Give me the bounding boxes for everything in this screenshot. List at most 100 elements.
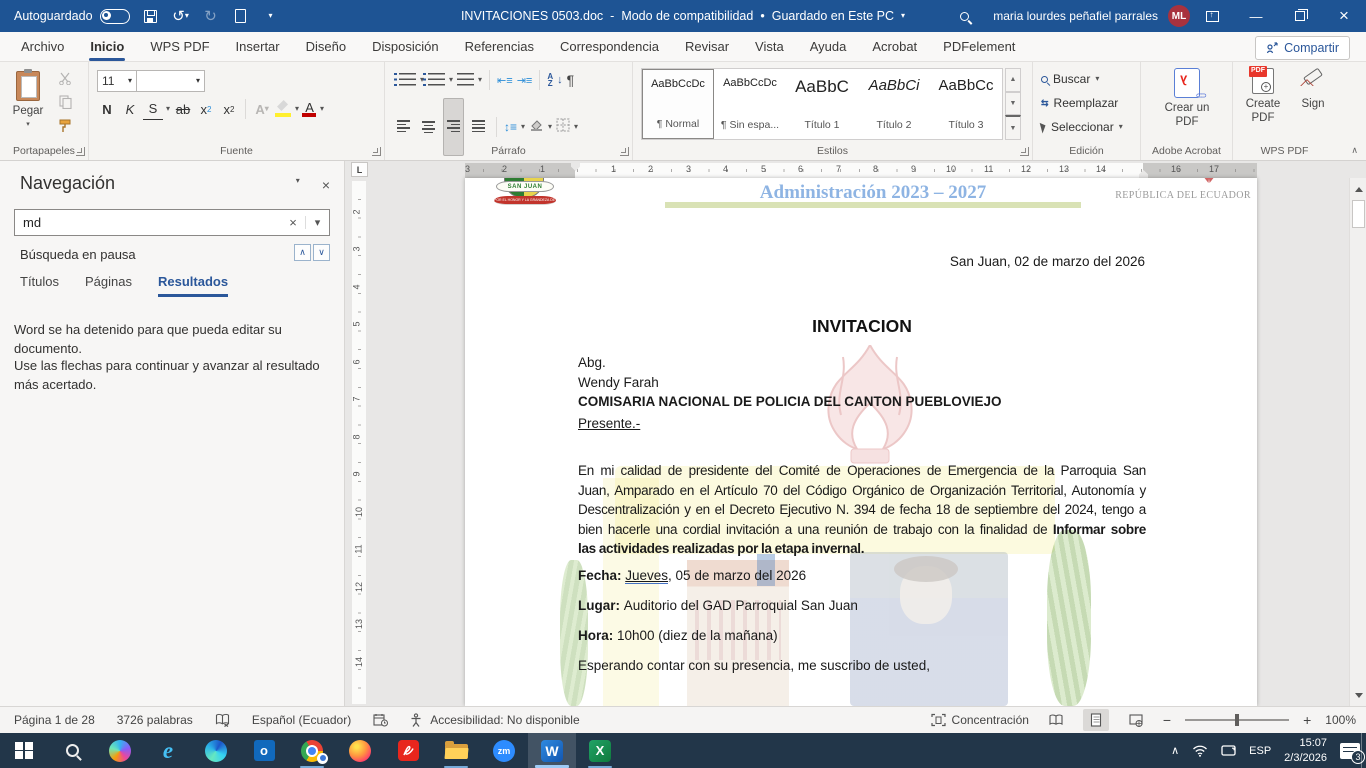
font-size-chevron-icon[interactable]: ▾	[128, 77, 132, 85]
autosave-toggle[interactable]: Autoguardado	[14, 9, 130, 24]
horizontal-ruler[interactable]: 3 2 1 1 2 3 4 5 6 7 8 9 10 11 12 13 14 1…	[465, 163, 1257, 178]
borders-chevron-icon[interactable]: ▾	[574, 123, 578, 131]
wps-sign-button[interactable]: Sign	[1293, 68, 1333, 111]
clipboard-dialog-launcher-icon[interactable]	[76, 147, 85, 156]
nav-tab-paginas[interactable]: Páginas	[85, 274, 132, 297]
scroll-up-icon[interactable]	[1351, 182, 1366, 197]
vertical-ruler[interactable]: 2 3 4 5 6 7 8 9 10 11 12 13 14	[352, 181, 366, 704]
multilevel-chevron-icon[interactable]: ▾	[478, 76, 482, 84]
zoom-level[interactable]: 100%	[1325, 713, 1356, 727]
numbering-chevron-icon[interactable]: ▾	[449, 76, 453, 84]
line-spacing-chevron-icon[interactable]: ▾	[521, 123, 525, 131]
highlight-color-button[interactable]	[275, 100, 292, 118]
saved-location-label[interactable]: Guardado en Este PC	[772, 9, 894, 23]
replace-button[interactable]: ⇆ Reemplazar	[1041, 92, 1118, 114]
language-switcher[interactable]: ESP	[1249, 745, 1271, 757]
tab-pdfelement[interactable]: PDFelement	[930, 33, 1028, 61]
sort-icon[interactable]: AZ	[547, 73, 553, 87]
toggle-switch-icon[interactable]	[100, 9, 130, 24]
acrobat-button[interactable]	[384, 733, 432, 768]
font-color-button[interactable]: A	[302, 100, 317, 118]
tab-diseno[interactable]: Diseño	[293, 33, 359, 61]
read-mode-icon[interactable]	[1043, 709, 1069, 731]
outlook-button[interactable]: o	[240, 733, 288, 768]
minimize-button[interactable]: —	[1234, 0, 1278, 32]
tab-revisar[interactable]: Revisar	[672, 33, 742, 61]
copilot-button[interactable]	[96, 733, 144, 768]
zoom-slider-thumb[interactable]	[1235, 714, 1239, 726]
ribbon-display-options-icon[interactable]	[1190, 0, 1234, 32]
increase-indent-icon[interactable]: ⇥≡	[517, 74, 533, 87]
language-indicator[interactable]: Español (Ecuador)	[252, 713, 351, 727]
format-painter-icon[interactable]	[56, 118, 74, 134]
zoom-app-button[interactable]: zm	[480, 733, 528, 768]
show-desktop-button[interactable]	[1361, 733, 1366, 768]
shading-icon[interactable]	[529, 118, 544, 137]
style-heading3[interactable]: AaBbCc Título 3	[930, 69, 1002, 139]
highlight-chevron-icon[interactable]: ▾	[295, 105, 299, 113]
italic-button[interactable]: K	[120, 98, 140, 120]
create-pdf-acrobat-button[interactable]: Crear un PDF	[1155, 68, 1219, 130]
find-button[interactable]: Buscar ▾	[1041, 68, 1099, 90]
nav-search-input[interactable]	[15, 215, 281, 230]
styles-more-icon[interactable]: ▼	[1005, 115, 1021, 140]
tray-expand-icon[interactable]: ∧	[1171, 744, 1179, 757]
strikethrough-button[interactable]: ab	[173, 98, 193, 120]
tab-insertar[interactable]: Insertar	[223, 33, 293, 61]
proofing-errors-icon[interactable]	[215, 713, 230, 727]
vertical-scrollbar[interactable]	[1349, 178, 1366, 706]
select-button[interactable]: Seleccionar ▾	[1041, 116, 1123, 138]
tab-selector[interactable]: L	[351, 162, 368, 177]
nav-pane-close-icon[interactable]: ×	[322, 177, 330, 193]
document-stats-icon[interactable]	[373, 713, 388, 727]
font-dialog-launcher-icon[interactable]	[372, 147, 381, 156]
nav-pane-chevron-icon[interactable]: ▾	[296, 177, 300, 193]
underline-chevron-icon[interactable]: ▾	[166, 105, 170, 113]
focus-mode-icon[interactable]	[931, 713, 946, 727]
tab-correspondencia[interactable]: Correspondencia	[547, 33, 672, 61]
shading-chevron-icon[interactable]: ▾	[548, 123, 552, 131]
wifi-icon[interactable]	[1192, 744, 1208, 757]
edge-button[interactable]	[192, 733, 240, 768]
document-page[interactable]: SAN JUAN POR EL HONOR Y LA GRANDEZA DE L…	[465, 178, 1257, 706]
nav-search-chevron-icon[interactable]: ▾	[305, 216, 329, 229]
web-layout-icon[interactable]	[1123, 709, 1149, 731]
user-name[interactable]: maria lourdes peñafiel parrales	[993, 9, 1158, 23]
paragraph-dialog-launcher-icon[interactable]	[620, 147, 629, 156]
tab-acrobat[interactable]: Acrobat	[859, 33, 930, 61]
style-no-spacing[interactable]: AaBbCcDc ¶ Sin espa...	[714, 69, 786, 139]
avatar[interactable]: ML	[1168, 5, 1190, 27]
clock[interactable]: 15:07 2/3/2026	[1284, 736, 1327, 765]
saved-chevron-icon[interactable]: ▾	[901, 12, 905, 20]
nav-search-clear-icon[interactable]: ×	[281, 215, 305, 230]
save-icon[interactable]	[142, 7, 160, 25]
print-layout-icon[interactable]	[1083, 709, 1109, 731]
numbered-list-icon[interactable]	[428, 73, 445, 87]
styles-dialog-launcher-icon[interactable]	[1020, 147, 1029, 156]
internet-explorer-button[interactable]: e	[144, 733, 192, 768]
accessibility-status[interactable]: Accesibilidad: No disponible	[430, 713, 579, 727]
excel-button[interactable]: X	[576, 733, 624, 768]
zoom-in-button[interactable]: +	[1303, 712, 1311, 728]
tab-referencias[interactable]: Referencias	[452, 33, 547, 61]
style-heading2[interactable]: AaBbCi Título 2	[858, 69, 930, 139]
restore-button[interactable]	[1278, 0, 1322, 32]
tab-vista[interactable]: Vista	[742, 33, 797, 61]
accessibility-icon[interactable]	[410, 713, 422, 727]
tab-ayuda[interactable]: Ayuda	[797, 33, 860, 61]
wps-create-pdf-button[interactable]: PDF+ Create PDF	[1237, 68, 1289, 126]
bullet-list-icon[interactable]	[399, 73, 416, 87]
page-indicator[interactable]: Página 1 de 28	[14, 713, 95, 727]
notifications-icon[interactable]: 3	[1340, 743, 1360, 759]
style-normal[interactable]: AaBbCcDc ¶ Normal	[642, 69, 714, 139]
share-button[interactable]: Compartir	[1255, 36, 1350, 60]
borders-icon[interactable]	[556, 118, 570, 137]
search-icon[interactable]	[960, 12, 969, 21]
tab-disposicion[interactable]: Disposición	[359, 33, 451, 61]
word-button[interactable]: W	[528, 733, 576, 768]
font-size-combo[interactable]: 11▾	[97, 70, 137, 92]
multilevel-list-icon[interactable]	[457, 73, 474, 87]
display-connect-icon[interactable]	[1221, 745, 1236, 757]
paste-chevron-icon[interactable]: ▾	[26, 121, 30, 128]
scrollbar-thumb[interactable]	[1352, 200, 1365, 228]
